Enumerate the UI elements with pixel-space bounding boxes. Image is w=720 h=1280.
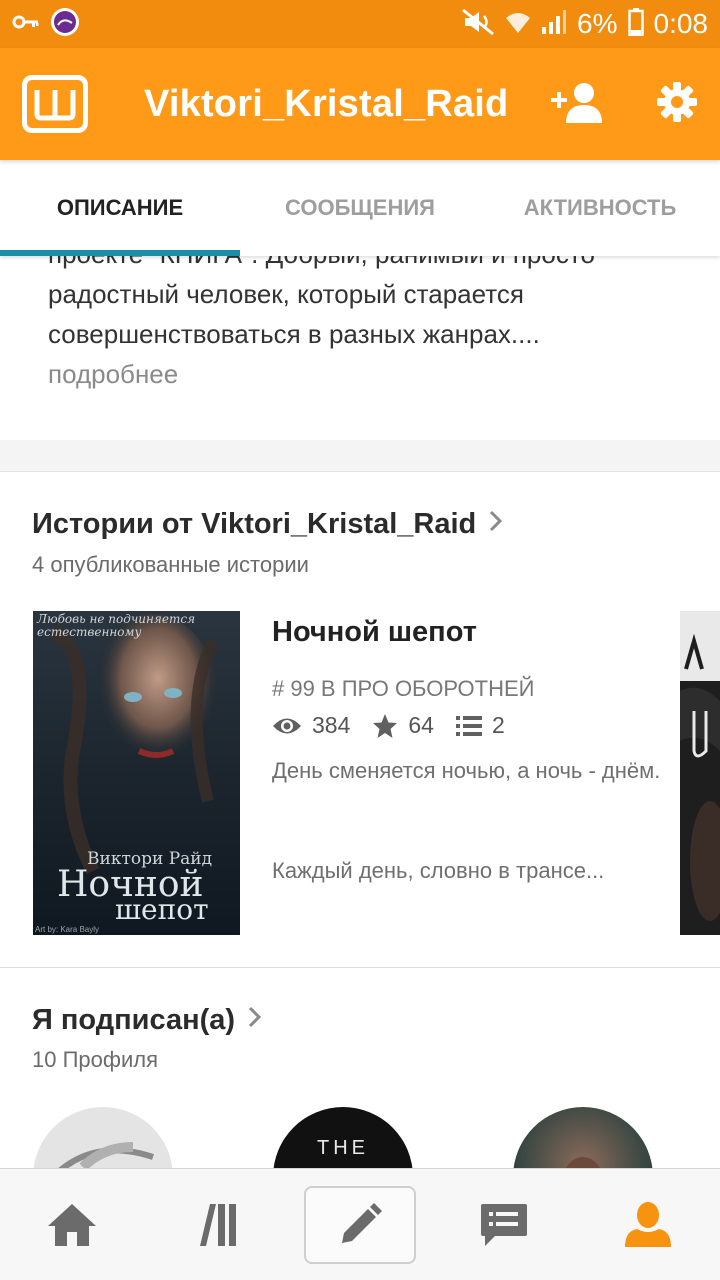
stories-title: Истории от Viktori_Kristal_Raid bbox=[32, 508, 477, 540]
home-icon bbox=[48, 1203, 96, 1246]
nav-profile[interactable] bbox=[592, 1185, 704, 1265]
views-stat: 384 bbox=[272, 712, 350, 739]
stories-count: 4 опубликованные истории bbox=[32, 552, 309, 577]
wifi-icon bbox=[505, 9, 531, 40]
parts-count: 2 bbox=[491, 712, 505, 738]
read-more-link[interactable]: подробнее bbox=[48, 354, 688, 394]
list-icon bbox=[455, 715, 482, 736]
write-icon bbox=[342, 1202, 382, 1243]
description-line: радостный человек, который старается bbox=[48, 279, 524, 309]
eye-icon bbox=[273, 718, 301, 733]
library-icon bbox=[200, 1203, 236, 1246]
profile-icon bbox=[625, 1201, 671, 1247]
nav-write[interactable] bbox=[304, 1185, 416, 1264]
battery-percent: 6% bbox=[577, 8, 618, 39]
nav-messages[interactable] bbox=[448, 1185, 560, 1265]
clock: 0:08 bbox=[653, 8, 709, 39]
parts-stat: 2 bbox=[455, 712, 505, 739]
nav-library[interactable] bbox=[160, 1185, 272, 1265]
messages-icon bbox=[481, 1203, 527, 1246]
story-blurb-continued: Каждый день, словно в трансе... bbox=[272, 858, 605, 883]
tab-activity[interactable]: АКТИВНОСТЬ bbox=[480, 160, 720, 256]
views-count: 384 bbox=[312, 712, 351, 738]
battery-icon bbox=[627, 7, 644, 41]
profile-description: проекте "КНИГА". Добрый, ранимый и прост… bbox=[0, 256, 720, 440]
profile-username: Viktori_Kristal_Raid bbox=[144, 82, 509, 125]
next-story-cover[interactable] bbox=[680, 611, 720, 935]
stories-header[interactable]: Истории от Viktori_Kristal_Raid bbox=[32, 508, 504, 541]
tab-description[interactable]: ОПИСАНИЕ bbox=[0, 160, 240, 256]
story-stats: 384 64 2 bbox=[272, 712, 527, 739]
profile-tabs: ОПИСАНИЕ СООБЩЕНИЯ АКТИВНОСТЬ bbox=[0, 160, 720, 256]
bottom-navigation bbox=[0, 1168, 720, 1280]
following-header[interactable]: Я подписан(а) bbox=[32, 1004, 263, 1037]
following-count: 10 Профиля bbox=[32, 1047, 159, 1072]
following-title: Я подписан(а) bbox=[32, 1004, 236, 1036]
votes-stat: 64 bbox=[372, 712, 434, 739]
star-icon bbox=[373, 713, 398, 738]
description-line: проекте "КНИГА". Добрый, ранимый и прост… bbox=[48, 256, 688, 274]
chevron-right-icon bbox=[488, 508, 504, 541]
tab-messages[interactable]: СООБЩЕНИЯ bbox=[240, 160, 480, 256]
votes-count: 64 bbox=[408, 712, 434, 738]
app-bar: Viktori_Kristal_Raid bbox=[0, 48, 720, 160]
story-title[interactable]: Ночной шепот bbox=[272, 616, 477, 649]
section-divider bbox=[0, 967, 720, 968]
description-line: совершенствоваться в разных жанрах.... bbox=[48, 319, 540, 349]
story-cover[interactable]: Любовь не подчиняется естественному Викт… bbox=[33, 611, 240, 935]
add-friend-icon[interactable] bbox=[550, 81, 606, 128]
story-blurb: День сменяется ночью, а ночь - днём. bbox=[272, 758, 661, 783]
chevron-right-icon bbox=[247, 1004, 263, 1037]
story-rank: # 99 В ПРО ОБОРОТНЕЙ bbox=[272, 676, 535, 701]
signal-icon bbox=[541, 9, 567, 40]
cover-credit: Art by: Kara Bayly bbox=[35, 925, 100, 934]
status-bar: 6% 0:08 bbox=[0, 0, 720, 48]
logo-letter-icon bbox=[34, 90, 76, 121]
settings-icon[interactable] bbox=[656, 81, 698, 128]
cover-tagline: Любовь не подчиняется естественному bbox=[37, 612, 196, 639]
nav-home[interactable] bbox=[16, 1185, 128, 1265]
wattpad-logo[interactable] bbox=[22, 75, 88, 133]
avatar-2-text: THE bbox=[317, 1137, 369, 1159]
cover-title-line2: шепот bbox=[115, 893, 209, 926]
section-separator bbox=[0, 440, 720, 472]
mute-icon bbox=[461, 8, 495, 41]
key-icon bbox=[12, 12, 40, 37]
notification-app-icon bbox=[50, 7, 80, 42]
